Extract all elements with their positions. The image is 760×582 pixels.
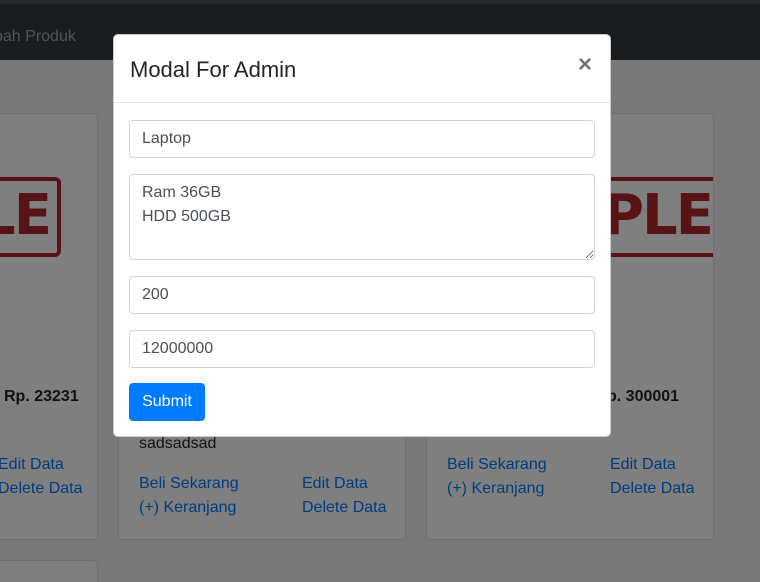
product-price-input[interactable]: [129, 330, 595, 368]
modal-header: Modal For Admin ×: [114, 35, 610, 103]
close-icon[interactable]: ×: [578, 53, 592, 77]
product-name-input[interactable]: [129, 120, 595, 158]
submit-button[interactable]: Submit: [129, 383, 205, 421]
admin-modal: Modal For Admin × Ram 36GB HDD 500GB Sub…: [113, 34, 611, 437]
modal-title: Modal For Admin: [130, 57, 297, 82]
product-stock-input[interactable]: [129, 276, 595, 314]
page: bah Produk PLE Rp. 23231 Edit Data Delet…: [0, 0, 760, 582]
product-description-textarea[interactable]: Ram 36GB HDD 500GB: [129, 174, 595, 260]
